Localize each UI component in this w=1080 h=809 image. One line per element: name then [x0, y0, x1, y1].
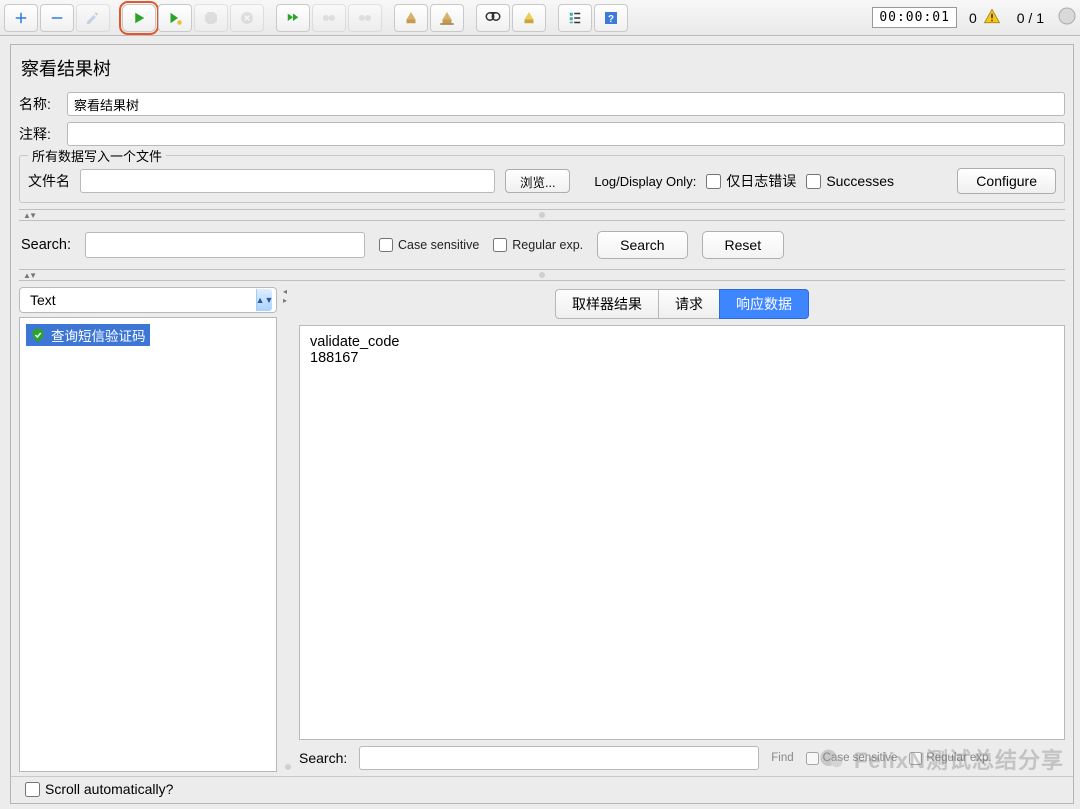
help-button[interactable]: ? — [594, 4, 628, 32]
reset-search-button-2[interactable]: Reset — [702, 231, 785, 259]
remote-start-button[interactable] — [276, 4, 310, 32]
search-label: Search: — [21, 237, 71, 253]
result-tabs: 取样器结果 请求 响应数据 — [299, 285, 1065, 325]
browse-button[interactable]: 浏览... — [505, 169, 570, 193]
remove-button[interactable] — [40, 4, 74, 32]
success-icon — [30, 327, 46, 343]
search-button[interactable] — [476, 4, 510, 32]
function-helper-button[interactable] — [558, 4, 592, 32]
lower-find-button[interactable]: Find — [771, 752, 793, 764]
lower-search-label: Search: — [299, 750, 347, 766]
errors-only-checkbox[interactable]: 仅日志错误 — [706, 171, 796, 191]
remote-stop-button — [312, 4, 346, 32]
name-input[interactable] — [67, 92, 1065, 116]
tab-response-data[interactable]: 响应数据 — [719, 289, 809, 319]
add-button[interactable] — [4, 4, 38, 32]
clear-button[interactable] — [394, 4, 428, 32]
run-button[interactable] — [122, 4, 156, 32]
edit-button — [76, 4, 110, 32]
name-label: 名称: — [19, 94, 59, 114]
vertical-splitter[interactable]: ◂ ▸ — [283, 285, 293, 772]
comment-input[interactable] — [67, 122, 1065, 146]
file-group-legend: 所有数据写入一个文件 — [28, 146, 166, 165]
logdisplay-label: Log/Display Only: — [594, 174, 696, 189]
lower-regex-checkbox[interactable]: Regular exp. — [909, 752, 991, 765]
file-output-group: 所有数据写入一个文件 文件名 浏览... Log/Display Only: 仅… — [19, 155, 1065, 203]
regex-checkbox[interactable]: Regular exp. — [493, 238, 583, 252]
main-panel: 察看结果树 名称: 注释: 所有数据写入一个文件 文件名 浏览... Log/D… — [10, 44, 1074, 804]
tab-sampler-result[interactable]: 取样器结果 — [555, 289, 659, 319]
lower-case-checkbox[interactable]: Case sensitive — [806, 752, 898, 765]
warning-icon — [983, 7, 1001, 28]
status-icon — [1058, 7, 1076, 28]
case-sensitive-checkbox[interactable]: Case sensitive — [379, 238, 479, 252]
svg-text:?: ? — [608, 13, 614, 24]
reset-search-button[interactable] — [512, 4, 546, 32]
thread-count: 0 / 1 — [1017, 10, 1044, 26]
splitter-mid[interactable] — [19, 269, 1065, 281]
tab-request[interactable]: 请求 — [658, 289, 720, 319]
tree-item[interactable]: 查询短信验证码 — [26, 324, 150, 346]
response-body[interactable]: validate_code 188167 — [299, 325, 1065, 740]
lower-search-bar: Search: Find Case sensitive Regular exp. — [299, 740, 1065, 772]
shutdown-button — [230, 4, 264, 32]
renderer-value: Text — [30, 292, 56, 308]
elapsed-timer: 00:00:01 — [872, 7, 957, 28]
results-tree[interactable]: 查询短信验证码 — [19, 317, 277, 772]
comment-label: 注释: — [19, 124, 59, 144]
splitter-top[interactable] — [19, 209, 1065, 221]
run-no-pause-button[interactable] — [158, 4, 192, 32]
configure-button[interactable]: Configure — [957, 168, 1056, 194]
warnings-count: 0 — [969, 10, 977, 26]
panel-title: 察看结果树 — [11, 45, 1073, 89]
clear-all-button[interactable] — [430, 4, 464, 32]
filename-input[interactable] — [80, 169, 495, 193]
lower-search-input[interactable] — [359, 746, 759, 770]
filename-label: 文件名 — [28, 171, 70, 191]
remote-shutdown-button — [348, 4, 382, 32]
upper-search-bar: Search: Case sensitive Regular exp. Sear… — [11, 223, 1073, 267]
search-input[interactable] — [85, 232, 365, 258]
chevron-updown-icon: ▲▼ — [256, 289, 272, 311]
toolbar: ? 00:00:01 0 0 / 1 — [0, 0, 1080, 36]
renderer-dropdown[interactable]: Text ▲▼ — [19, 287, 277, 313]
scroll-automatically-checkbox[interactable]: Scroll automatically? — [25, 781, 173, 797]
stop-button — [194, 4, 228, 32]
tree-item-label: 查询短信验证码 — [51, 325, 146, 345]
successes-checkbox[interactable]: Successes — [806, 173, 894, 189]
do-search-button[interactable]: Search — [597, 231, 687, 259]
